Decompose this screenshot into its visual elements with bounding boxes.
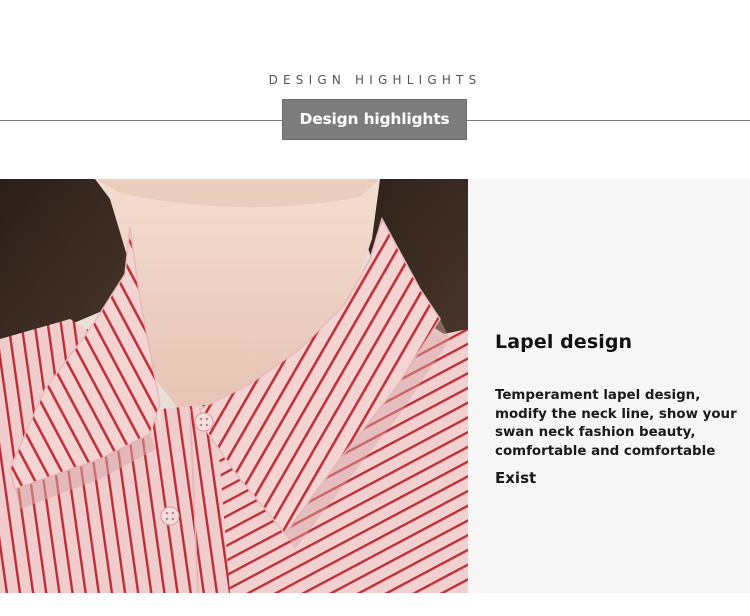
section-subtitle: DESIGN HIGHLIGHTS [268, 73, 482, 87]
shirt-button-mid [160, 506, 180, 526]
feature-title: Lapel design [495, 331, 633, 353]
section-title-badge: Design highlights [282, 99, 467, 140]
product-photo [0, 179, 468, 593]
feature-extra: Exist [495, 469, 537, 487]
feature-panel: Lapel design Temperament lapel design, m… [468, 179, 750, 593]
bottom-spacer [0, 593, 750, 616]
section-header: DESIGN HIGHLIGHTS Design highlights [0, 0, 750, 180]
feature-description: Temperament lapel design, modify the nec… [495, 388, 737, 459]
shirt-button-top [194, 412, 214, 432]
